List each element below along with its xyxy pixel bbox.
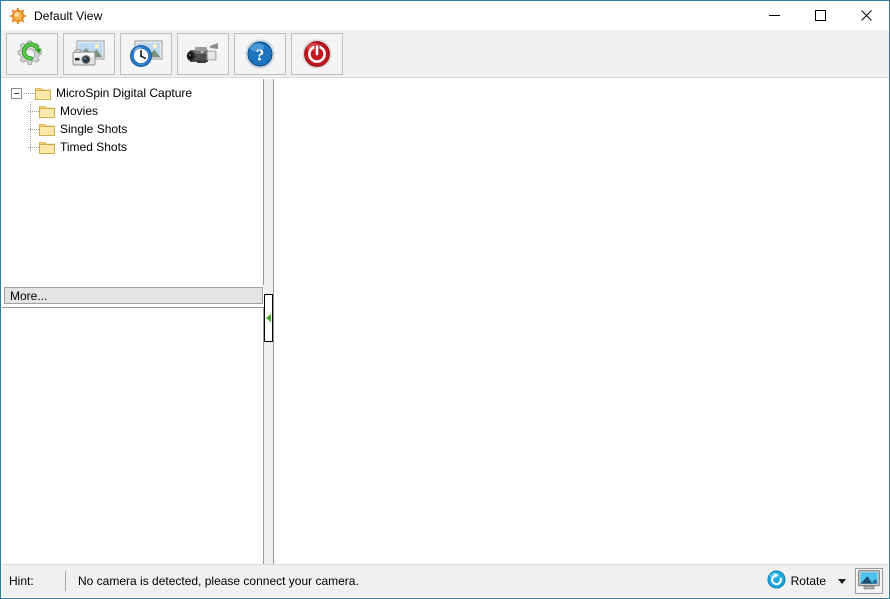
more-button[interactable]: More...: [4, 287, 263, 304]
movie-capture-button[interactable]: [177, 32, 229, 75]
tree-item-label: MicroSpin Digital Capture: [56, 86, 193, 100]
help-question-icon: ?: [244, 38, 276, 70]
left-pane: MicroSpin Digital Capture Movies Single …: [2, 79, 264, 565]
tree-item-label: Movies: [60, 104, 99, 118]
rotate-dropdown-button[interactable]: [833, 569, 850, 593]
tree-item-label: Timed Shots: [60, 140, 127, 154]
svg-text:?: ?: [256, 45, 265, 64]
chevron-down-icon: [837, 578, 846, 584]
splitter-collapse-handle[interactable]: [264, 294, 273, 342]
hint-label: Hint:: [9, 574, 34, 588]
fullscreen-preview-button[interactable]: [855, 568, 883, 594]
camera-photo-icon: [71, 39, 107, 69]
settings-capture-button[interactable]: [6, 32, 58, 75]
tree-item-timed-shots[interactable]: Timed Shots: [2, 138, 263, 156]
preview-area[interactable]: [273, 79, 888, 565]
exit-button[interactable]: [291, 32, 343, 75]
rotate-button-label: Rotate: [790, 574, 826, 588]
gear-sun-icon: [9, 7, 27, 24]
folder-icon: [39, 122, 55, 136]
gear-refresh-icon: [15, 38, 49, 70]
rotate-control-group: Rotate: [762, 569, 850, 593]
folder-icon: [39, 140, 55, 154]
main-toolbar: ?: [1, 30, 889, 78]
clock-photo-icon: [128, 39, 164, 69]
maximize-button[interactable]: [797, 1, 843, 30]
collapse-left-arrow-icon: [266, 314, 271, 322]
collapse-expander-icon[interactable]: [11, 87, 22, 99]
single-shot-button[interactable]: [63, 32, 115, 75]
application-window: Default View ? MicroSpin Digital Capture…: [0, 0, 890, 599]
tree-item-movies[interactable]: Movies: [2, 102, 263, 120]
tree-item-single-shots[interactable]: Single Shots: [2, 120, 263, 138]
folder-tree[interactable]: MicroSpin Digital Capture Movies Single …: [2, 79, 264, 285]
power-off-icon: [301, 38, 333, 70]
help-button[interactable]: ?: [234, 32, 286, 75]
title-bar: Default View: [1, 1, 889, 30]
camcorder-icon: [184, 40, 222, 68]
tree-connector-line: [30, 102, 31, 152]
tree-connector-dots: [24, 92, 35, 94]
tree-item-label: Single Shots: [60, 122, 128, 136]
hint-message: No camera is detected, please connect yo…: [78, 574, 359, 588]
window-title: Default View: [34, 8, 103, 23]
minimize-button[interactable]: [751, 1, 797, 30]
status-bar: Hint: No camera is detected, please conn…: [2, 564, 888, 597]
lower-detail-panel: [2, 307, 264, 565]
folder-icon: [35, 86, 51, 100]
tree-item-root[interactable]: MicroSpin Digital Capture: [2, 84, 263, 102]
status-separator: [65, 571, 66, 591]
rotate-button[interactable]: Rotate: [762, 569, 833, 593]
close-button[interactable]: [843, 1, 889, 30]
rotate-clockwise-icon: [767, 570, 786, 592]
folder-icon: [39, 104, 55, 118]
timed-shot-button[interactable]: [120, 32, 172, 75]
monitor-icon: [858, 569, 880, 593]
window-controls: [751, 1, 889, 30]
vertical-splitter[interactable]: [264, 79, 273, 565]
more-button-label: More...: [10, 288, 48, 303]
